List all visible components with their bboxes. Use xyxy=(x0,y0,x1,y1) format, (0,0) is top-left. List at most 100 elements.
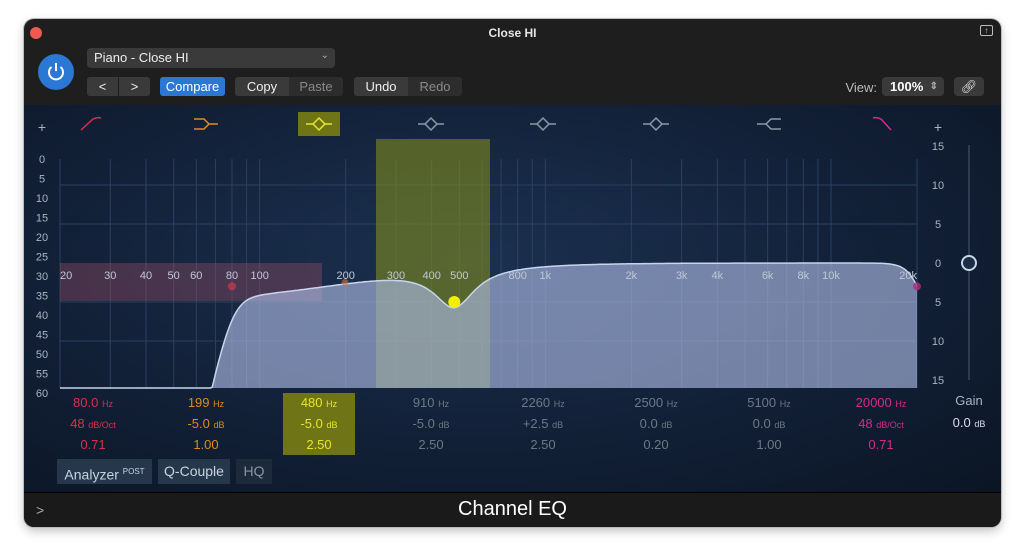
view-label: View: xyxy=(845,80,877,95)
low-pass-band-icon[interactable] xyxy=(872,116,892,131)
copy-button[interactable]: Copy xyxy=(235,77,289,96)
band-q[interactable]: 0.20 xyxy=(620,435,692,455)
gain-scale-label: 5 xyxy=(935,219,941,231)
band-q[interactable]: 2.50 xyxy=(395,435,467,455)
band-parameters[interactable]: 480 Hz -5.0 dB 2.50 xyxy=(283,393,355,455)
band-gain[interactable]: -5.0 dB xyxy=(170,414,242,435)
band-frequency[interactable]: 2500 Hz xyxy=(620,393,692,414)
plugin-window: Close HI ↑ Piano - Close HI ⌄ < > Compare… xyxy=(24,19,1001,527)
analyzer-scale-label: 20 xyxy=(36,232,48,244)
frequency-label: 8k xyxy=(798,270,810,282)
band-parameters[interactable]: 910 Hz -5.0 dB 2.50 xyxy=(395,393,467,455)
high-pass-band-icon[interactable] xyxy=(80,116,102,131)
band-gain[interactable]: 48 dB/Oct xyxy=(845,414,917,435)
band-2-handle[interactable] xyxy=(341,279,349,286)
band-q[interactable]: 0.71 xyxy=(845,435,917,455)
analyzer-toggle[interactable]: Analyzer POST xyxy=(57,459,152,484)
band-frequency[interactable]: 910 Hz xyxy=(395,393,467,414)
frequency-label: 6k xyxy=(762,270,774,282)
analyzer-scale-label: 35 xyxy=(36,291,48,303)
gain-scale-label: 10 xyxy=(932,336,944,348)
frequency-label: 60 xyxy=(190,270,202,282)
band-parameters[interactable]: 2500 Hz 0.0 dB 0.20 xyxy=(620,393,692,455)
master-gain-label: Gain xyxy=(955,393,983,408)
eq-panel: 0 5 10 15 20 25 30 35 40 45 50 55 60 15 10 5 0 5 10 15 20 30 4… xyxy=(24,105,1001,492)
preset-dropdown[interactable]: Piano - Close HI ⌄ xyxy=(87,48,335,68)
gain-scale-label: 15 xyxy=(932,375,944,387)
band-parameters[interactable]: 5100 Hz 0.0 dB 1.00 xyxy=(733,393,805,455)
analyzer-scale-label: 50 xyxy=(36,349,48,361)
master-gain-knob[interactable] xyxy=(961,255,977,271)
band-gain[interactable]: -5.0 dB xyxy=(283,414,355,435)
analyzer-mode: POST xyxy=(122,467,145,476)
band-frequency[interactable]: 80.0 Hz xyxy=(57,393,129,414)
band-frequency[interactable]: 20000 Hz xyxy=(845,393,917,414)
band-frequency[interactable]: 5100 Hz xyxy=(733,393,805,414)
band-parameters[interactable]: 199 Hz -5.0 dB 1.00 xyxy=(170,393,242,455)
frequency-label: 400 xyxy=(422,270,440,282)
paste-button[interactable]: Paste xyxy=(289,77,343,96)
band-gain[interactable]: 0.0 dB xyxy=(733,414,805,435)
hq-toggle[interactable]: HQ xyxy=(236,459,272,484)
gain-scale-label: 10 xyxy=(932,180,944,192)
redo-button[interactable]: Redo xyxy=(408,77,462,96)
analyzer-label: Analyzer xyxy=(64,466,119,483)
band-8-handle[interactable] xyxy=(913,282,921,291)
band-q[interactable]: 1.00 xyxy=(170,435,242,455)
view-zoom-select[interactable]: 100% ⇕ xyxy=(882,77,944,96)
window-title: Close HI xyxy=(488,26,537,40)
footer-bar: > Channel EQ xyxy=(24,492,1001,527)
frequency-label: 300 xyxy=(387,270,405,282)
band-frequency[interactable]: 199 Hz xyxy=(170,393,242,414)
band-3-handle[interactable] xyxy=(448,296,461,308)
q-couple-toggle[interactable]: Q-Couple xyxy=(158,459,230,484)
band-q[interactable]: 2.50 xyxy=(283,435,355,455)
low-shelf-band-icon[interactable] xyxy=(194,118,218,130)
band-q[interactable]: 2.50 xyxy=(507,435,579,455)
peak-band-icon[interactable] xyxy=(643,116,669,132)
band-parameters[interactable]: 20000 Hz 48 dB/Oct 0.71 xyxy=(845,393,917,455)
gain-scale-label: 5 xyxy=(935,297,941,309)
analyzer-scale-label: 45 xyxy=(36,330,48,342)
power-button[interactable] xyxy=(38,54,74,90)
frequency-label: 3k xyxy=(676,270,688,282)
band-gain[interactable]: -5.0 dB xyxy=(395,414,467,435)
next-preset-button[interactable]: > xyxy=(119,77,150,96)
preset-name: Piano - Close HI xyxy=(94,50,189,65)
add-band-icon[interactable]: + xyxy=(934,119,942,135)
frequency-label: 30 xyxy=(104,270,116,282)
band-q[interactable]: 1.00 xyxy=(733,435,805,455)
plugin-name: Channel EQ xyxy=(458,498,567,520)
band-gain[interactable]: 48 dB/Oct xyxy=(57,414,129,435)
band-frequency[interactable]: 480 Hz xyxy=(283,393,355,414)
analyzer-scale-label: 60 xyxy=(36,388,48,400)
analyzer-scale-label: 25 xyxy=(36,252,48,264)
restore-icon[interactable]: ↑ xyxy=(980,25,993,36)
frequency-label: 2k xyxy=(626,270,638,282)
band-parameters[interactable]: 80.0 Hz 48 dB/Oct 0.71 xyxy=(57,393,129,455)
peak-band-icon[interactable] xyxy=(530,116,556,132)
analyzer-scale-label: 30 xyxy=(36,271,48,283)
compare-button[interactable]: Compare xyxy=(160,77,225,96)
master-gain-value[interactable]: 0.0 dB xyxy=(930,413,1001,434)
analyzer-scale-label: 40 xyxy=(36,310,48,322)
band-1-handle[interactable] xyxy=(227,282,236,291)
undo-button[interactable]: Undo xyxy=(354,77,408,96)
add-band-icon[interactable]: + xyxy=(38,119,46,135)
analyzer-scale-label: 15 xyxy=(36,213,48,225)
gain-scale-label: 0 xyxy=(935,258,941,270)
band-q[interactable]: 0.71 xyxy=(57,435,129,455)
frequency-label: 20k xyxy=(899,270,917,282)
previous-preset-button[interactable]: < xyxy=(87,77,118,96)
band-frequency[interactable]: 2260 Hz xyxy=(507,393,579,414)
stepper-icon: ⇕ xyxy=(929,81,938,92)
analyzer-scale-label: 0 xyxy=(39,154,45,166)
frequency-label: 800 xyxy=(508,270,526,282)
band-gain[interactable]: 0.0 dB xyxy=(620,414,692,435)
high-shelf-band-icon[interactable] xyxy=(757,118,781,130)
band-gain[interactable]: +2.5 dB xyxy=(507,414,579,435)
frequency-label: 20 xyxy=(60,270,72,282)
band-parameters[interactable]: 2260 Hz +2.5 dB 2.50 xyxy=(507,393,579,455)
link-button[interactable]: 🔗︎ xyxy=(954,77,984,96)
peak-band-icon[interactable] xyxy=(418,116,444,132)
